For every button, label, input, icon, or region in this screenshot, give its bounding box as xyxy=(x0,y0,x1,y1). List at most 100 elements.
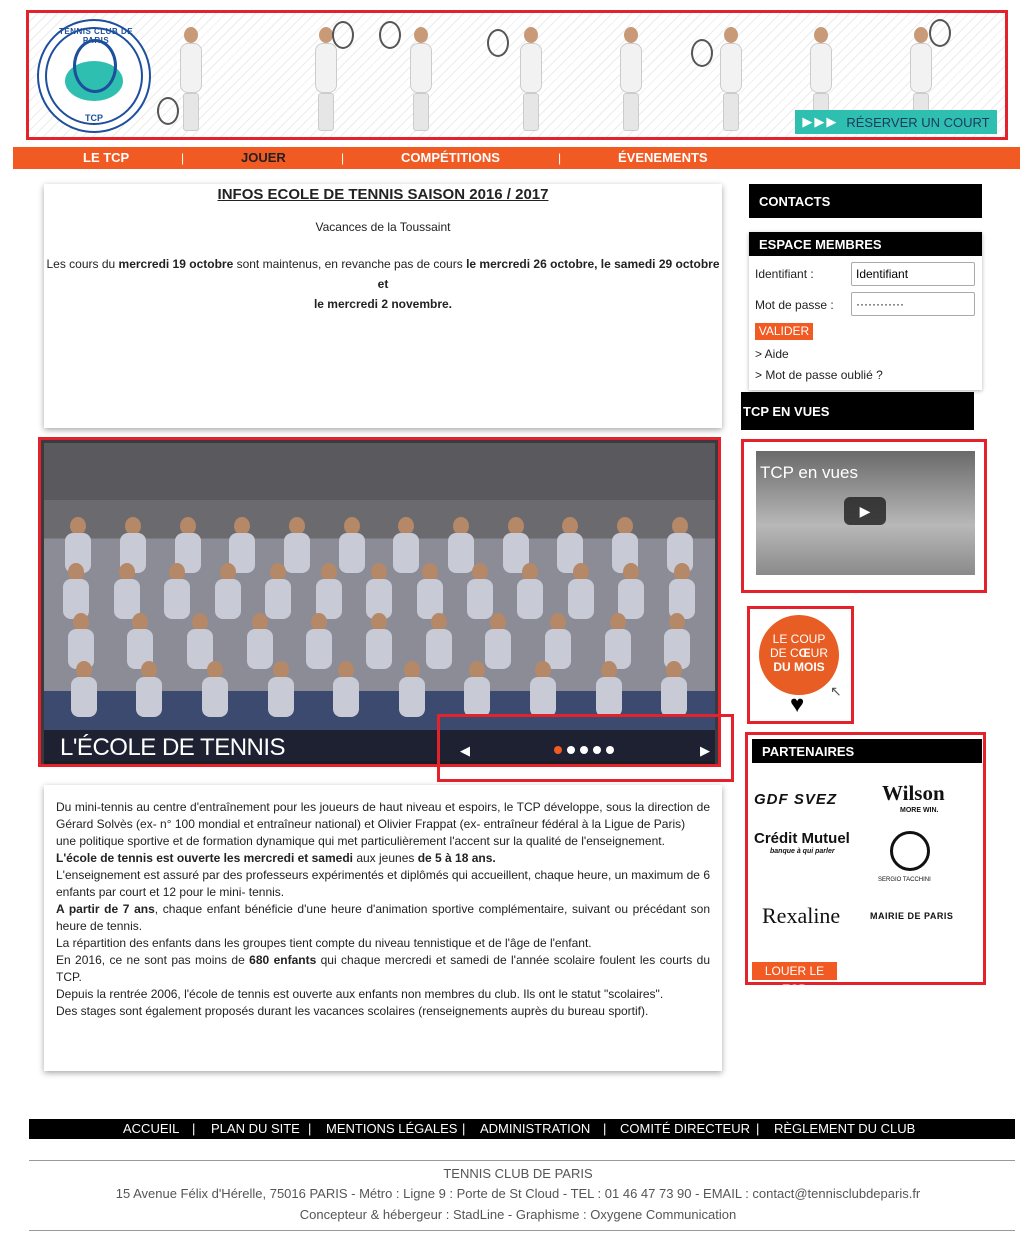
partner-logo-mairie-de-paris[interactable]: MAIRIE DE PARIS xyxy=(870,911,953,921)
reserve-court-button[interactable]: ▶▶▶ RÉSERVER UN COURT xyxy=(795,110,997,134)
info-body: Les cours du mercredi 19 octobre sont ma… xyxy=(44,254,722,314)
footer-separator: | xyxy=(603,1121,607,1136)
video-panel: TCP en vues ▶ xyxy=(741,439,987,593)
validate-button[interactable]: VALIDER xyxy=(755,323,813,340)
article-paragraph: Du mini-tennis au centre d'entraînement … xyxy=(56,800,710,831)
password-input[interactable] xyxy=(851,292,975,316)
forgot-password-link[interactable]: > Mot de passe oublié ? xyxy=(755,368,883,382)
partners-title: PARTENAIRES xyxy=(752,739,982,763)
heart-icon: ♥ xyxy=(790,691,805,718)
footer-link-accueil[interactable]: ACCUEIL xyxy=(123,1121,179,1136)
article-paragraph: Des stages sont également proposés duran… xyxy=(56,1004,649,1018)
info-text: Les cours du xyxy=(46,257,119,271)
help-link[interactable]: > Aide xyxy=(755,347,789,361)
article-bold: de 5 à 18 ans. xyxy=(417,851,496,865)
article-paragraph: L'enseignement est assuré par des profes… xyxy=(56,868,710,899)
coeur-text: Œ xyxy=(798,646,811,660)
partner-logo-gdf-suez[interactable]: GDF SVEZ xyxy=(754,791,837,808)
article-bold: L'école de tennis est ouverte les mercre… xyxy=(56,851,353,865)
club-logo[interactable]: TENNIS CLUB DE PARIS TCP xyxy=(37,19,151,133)
partner-tagline: banque à qui parler xyxy=(770,848,835,855)
partner-logo-credit-mutuel[interactable]: Crédit Mutuel xyxy=(754,830,850,847)
nav-item-le-tcp[interactable]: LE TCP xyxy=(83,150,129,165)
vues-title: TCP EN VUES xyxy=(741,392,974,430)
partner-logo-rexaline[interactable]: Rexaline xyxy=(762,903,840,929)
article-text: , chaque enfant bénéficie d'une heure d'… xyxy=(56,902,710,933)
article-panel: Du mini-tennis au centre d'entraînement … xyxy=(44,785,722,1071)
footer-nav: ACCUEIL | PLAN DU SITE | MENTIONS LÉGALE… xyxy=(29,1119,1015,1139)
article-paragraph: L'école de tennis est ouverte les mercre… xyxy=(56,850,710,867)
footer-separator: | xyxy=(192,1121,196,1136)
rent-tcp-button[interactable]: LOUER LE TCP xyxy=(752,962,837,996)
video-player[interactable]: TCP en vues ▶ xyxy=(756,451,975,575)
slide-dot-1[interactable] xyxy=(554,746,562,754)
nav-item-jouer[interactable]: JOUER xyxy=(241,150,286,165)
article-paragraph: une politique sportive et de formation d… xyxy=(56,834,665,848)
coup-de-coeur-badge: LE COUP DE CŒUR DU MOIS xyxy=(759,615,839,695)
logo-abbr: TCP xyxy=(85,113,103,123)
article-paragraph: En 2016, ce ne sont pas moins de 680 enf… xyxy=(56,952,710,986)
coeur-text: LE COUP xyxy=(772,632,826,646)
nav-separator: | xyxy=(341,151,345,165)
video-title: TCP en vues xyxy=(760,463,858,482)
nav-separator: | xyxy=(181,151,185,165)
main-nav: LE TCP | JOUER | COMPÉTITIONS | ÉVENEMEN… xyxy=(13,147,1020,169)
slide-dot-2[interactable] xyxy=(567,746,575,754)
article-text: En 2016, ce ne sont pas moins de xyxy=(56,953,250,967)
article-text: aux jeunes xyxy=(352,851,418,865)
article-text: Du mini-tennis au centre d'entraînement … xyxy=(56,799,710,1020)
player-illustration xyxy=(157,19,215,137)
partner-tagline: SERGIO TACCHINI xyxy=(878,877,931,883)
article-bold: 680 enfants xyxy=(249,953,317,967)
article-paragraph: La répartition des enfants dans les grou… xyxy=(56,936,592,950)
arrow-left-icon[interactable]: ◀ xyxy=(460,743,470,759)
divider xyxy=(29,1160,1015,1161)
logo-racket-icon xyxy=(73,39,117,93)
partner-tagline: MORE WIN. xyxy=(900,807,939,814)
info-text: sont maintenus, en revanche pas de cours xyxy=(233,257,467,271)
info-panel: INFOS ECOLE DE TENNIS SAISON 2016 / 2017… xyxy=(44,184,722,428)
footer-separator: | xyxy=(308,1121,312,1136)
info-date: le mercredi 2 novembre. xyxy=(313,297,453,311)
header-banner: TENNIS CLUB DE PARIS TCP ▶▶▶ RÉSERVER UN… xyxy=(26,10,1008,140)
player-illustration xyxy=(304,19,354,137)
partner-logo-wilson[interactable]: Wilson xyxy=(882,781,945,806)
info-subtitle: Vacances de la Toussaint xyxy=(315,220,451,234)
id-input[interactable] xyxy=(851,262,975,286)
footer-link-reglement[interactable]: RÈGLEMENT DU CLUB xyxy=(774,1121,915,1136)
footer-link-administration[interactable]: ADMINISTRATION xyxy=(480,1121,590,1136)
partners-panel: PARTENAIRES GDF SVEZ Wilson MORE WIN. Cr… xyxy=(745,732,986,996)
slide-dot-5[interactable] xyxy=(606,746,614,754)
footer-separator: | xyxy=(756,1121,760,1136)
footer-link-plan[interactable]: PLAN DU SITE xyxy=(211,1121,300,1136)
info-title: INFOS ECOLE DE TENNIS SAISON 2016 / 2017 xyxy=(217,186,549,203)
footer-link-mentions[interactable]: MENTIONS LÉGALES xyxy=(326,1121,457,1136)
play-icon[interactable]: ▶ xyxy=(844,497,886,525)
footer-credits: Concepteur & hébergeur : StadLine - Grap… xyxy=(299,1207,737,1222)
partner-logo-sergio-tacchini[interactable] xyxy=(890,831,930,871)
footer-link-comite[interactable]: COMITÉ DIRECTEUR xyxy=(620,1121,750,1136)
photo-row xyxy=(54,661,704,721)
logo-text: TENNIS CLUB DE PARIS xyxy=(58,27,134,45)
slider-dots xyxy=(554,746,614,754)
coeur-text: DU MOIS xyxy=(773,660,825,674)
slide-dot-3[interactable] xyxy=(580,746,588,754)
contacts-link[interactable]: CONTACTS xyxy=(749,184,982,218)
nav-item-competitions[interactable]: COMPÉTITIONS xyxy=(401,150,500,165)
slide-dot-4[interactable] xyxy=(593,746,601,754)
nav-item-evenements[interactable]: ÉVENEMENTS xyxy=(618,150,708,165)
coeur-text: UR xyxy=(810,646,828,660)
player-illustration xyxy=(609,19,655,137)
id-label: Identifiant : xyxy=(755,267,814,281)
coup-de-coeur-banner[interactable]: LE COUP DE CŒUR DU MOIS ♥ ↖ xyxy=(747,606,854,724)
password-label: Mot de passe : xyxy=(755,298,834,312)
divider xyxy=(29,1230,1015,1231)
article-paragraph: Depuis la rentrée 2006, l'école de tenni… xyxy=(56,987,664,1001)
members-panel: ESPACE MEMBRES Identifiant : Mot de pass… xyxy=(749,232,982,390)
player-illustration xyxy=(691,19,755,137)
members-title: ESPACE MEMBRES xyxy=(749,232,982,256)
player-illustration xyxy=(379,19,445,137)
coeur-text: DE C xyxy=(769,646,799,660)
arrow-right-icon[interactable]: ▶ xyxy=(700,743,710,759)
article-bold: A partir de 7 ans xyxy=(56,902,155,916)
